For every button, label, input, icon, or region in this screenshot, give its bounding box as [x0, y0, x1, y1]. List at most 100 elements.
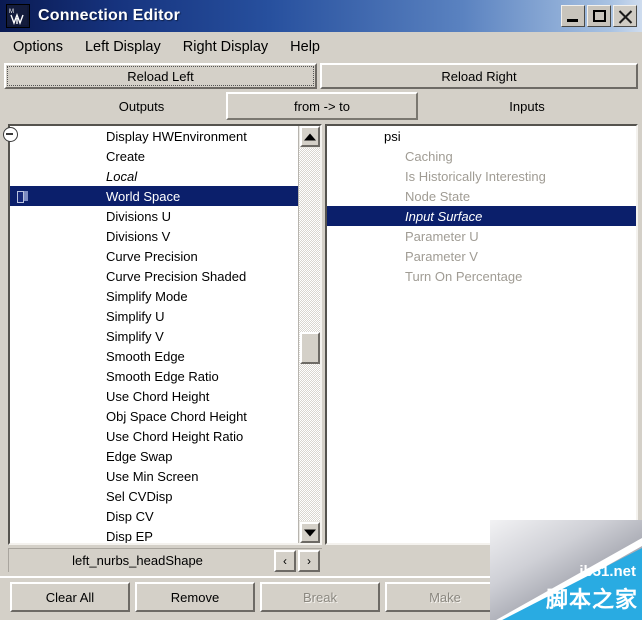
right-list-item-label: Parameter U [405, 228, 479, 244]
left-list-item-label: World Space [106, 188, 181, 204]
menu-help[interactable]: Help [281, 37, 329, 57]
right-list-item[interactable]: Parameter V [327, 246, 636, 266]
left-list-item[interactable]: Use Min Screen [10, 466, 320, 486]
list-item-marker-icon [16, 430, 30, 442]
right-list-item-label: Caching [405, 148, 453, 164]
left-list-item[interactable]: Curve Precision [10, 246, 320, 266]
list-item-marker-icon [16, 150, 30, 162]
list-item-marker-icon [16, 410, 30, 422]
scroll-down-button[interactable] [300, 522, 320, 543]
reload-left-button[interactable]: Reload Left [4, 63, 317, 89]
left-list-item-label: Disp CV [106, 508, 154, 524]
tab-inputs[interactable]: Inputs [416, 92, 638, 120]
list-item-marker-icon [16, 130, 30, 142]
list-item-marker-icon [16, 330, 30, 342]
left-list-item-label: Use Chord Height Ratio [106, 428, 244, 444]
left-list-item-label: Curve Precision [106, 248, 198, 264]
collapse-icon[interactable] [3, 127, 18, 142]
left-list-item[interactable]: World Space [10, 186, 320, 206]
left-list-item[interactable]: Divisions U [10, 206, 320, 226]
reload-right-button[interactable]: Reload Right [320, 63, 638, 89]
list-item-marker-icon [16, 530, 30, 542]
menu-right-display[interactable]: Right Display [174, 37, 277, 57]
left-list-item[interactable]: Disp CV [10, 506, 320, 526]
from-to-button[interactable]: from -> to [226, 92, 418, 120]
clear-all-button[interactable]: Clear All [10, 582, 130, 612]
left-list-item[interactable]: Divisions V [10, 226, 320, 246]
window-controls [561, 5, 637, 27]
break-button: Break [260, 582, 380, 612]
right-list-item[interactable]: Parameter U [327, 226, 636, 246]
left-list-item[interactable]: Sel CVDisp [10, 486, 320, 506]
left-list-item[interactable]: Use Chord Height Ratio [10, 426, 320, 446]
right-list-item-label: Turn On Percentage [405, 268, 523, 284]
left-list-item[interactable]: Simplify U [10, 306, 320, 326]
maximize-icon [593, 10, 606, 22]
menu-left-display[interactable]: Left Display [76, 37, 170, 57]
left-list-item-label: Display HWEnvironment [106, 128, 247, 144]
maximize-button[interactable] [587, 5, 611, 27]
right-list-root[interactable]: psi [327, 126, 636, 146]
list-item-marker-icon [16, 510, 30, 522]
left-list-item[interactable]: Simplify V [10, 326, 320, 346]
left-list-item-label: Divisions V [106, 228, 171, 244]
minimize-icon [567, 19, 578, 22]
list-item-marker-icon [16, 390, 30, 402]
reload-toolbar: Reload Left Reload Right [4, 63, 638, 89]
left-list-item[interactable]: Disp EP [10, 526, 320, 544]
left-list-item[interactable]: Local [10, 166, 320, 186]
list-item-marker-icon [16, 350, 30, 362]
title-bar: M Connection Editor [0, 0, 642, 32]
close-button[interactable] [613, 5, 637, 27]
left-attribute-list-panel: Display HWEnvironment Create Local World Sp… [8, 124, 322, 545]
right-list-item[interactable]: Is Historically Interesting [327, 166, 636, 186]
remove-button[interactable]: Remove [135, 582, 255, 612]
left-list-item[interactable]: Create [10, 146, 320, 166]
left-attribute-list[interactable]: Display HWEnvironment Create Local World Sp… [10, 126, 320, 543]
right-list-item[interactable]: Caching [327, 146, 636, 166]
scroll-down-icon [304, 529, 316, 536]
left-list-item-label: Use Chord Height [106, 388, 210, 404]
left-list-item[interactable]: Obj Space Chord Height [10, 406, 320, 426]
left-list-item[interactable]: Smooth Edge Ratio [10, 366, 320, 386]
minimize-button[interactable] [561, 5, 585, 27]
left-list-item[interactable]: Edge Swap [10, 446, 320, 466]
list-item-marker-icon [16, 210, 30, 222]
list-item-marker-icon [16, 190, 30, 203]
prev-node-button[interactable]: ‹ [274, 549, 296, 572]
left-list-item[interactable]: Use Chord Height [10, 386, 320, 406]
left-list-item-label: Curve Precision Shaded [106, 268, 247, 284]
left-list-item-label: Simplify V [106, 328, 164, 344]
node-name-field-row: left_nurbs_headShape ‹ › [8, 548, 322, 572]
left-list-item-label: Smooth Edge Ratio [106, 368, 219, 384]
left-list-item-label: Edge Swap [106, 448, 173, 464]
right-attribute-list-panel: psi Caching Is Historically Interesting Nod… [325, 124, 638, 545]
list-item-marker-icon [16, 290, 30, 302]
scroll-up-button[interactable] [300, 126, 320, 147]
right-list-item-label: Node State [405, 188, 471, 204]
menu-bar: Options Left Display Right Display Help [0, 32, 642, 61]
node-name-value: left_nurbs_headShape [72, 553, 203, 568]
right-list-item[interactable]: Turn On Percentage [327, 266, 636, 286]
list-item-marker-icon [16, 470, 30, 482]
list-item-marker-icon [16, 490, 30, 502]
right-attribute-list[interactable]: psi Caching Is Historically Interesting Nod… [327, 126, 636, 543]
left-list-item-label: Local [106, 168, 138, 184]
left-list-scrollbar[interactable] [298, 126, 320, 543]
left-list-item-label: Obj Space Chord Height [106, 408, 247, 424]
next-node-button[interactable]: › [298, 549, 320, 572]
scrollbar-thumb[interactable] [300, 332, 320, 364]
right-list-item-label: Is Historically Interesting [405, 168, 546, 184]
left-list-item[interactable]: Curve Precision Shaded [10, 266, 320, 286]
right-list-item[interactable]: Node State [327, 186, 636, 206]
menu-options[interactable]: Options [4, 37, 72, 57]
left-list-item[interactable]: Display HWEnvironment [10, 126, 320, 146]
right-list-item[interactable]: Input Surface [327, 206, 636, 226]
list-item-marker-icon [16, 370, 30, 382]
left-list-item[interactable]: Smooth Edge [10, 346, 320, 366]
scroll-up-icon [304, 133, 316, 140]
left-list-item[interactable]: Simplify Mode [10, 286, 320, 306]
connection-editor-window: M Connection Editor Options Left Display… [0, 0, 642, 620]
left-list-item-label: Simplify U [106, 308, 165, 324]
right-list-root-label: psi [384, 128, 401, 144]
